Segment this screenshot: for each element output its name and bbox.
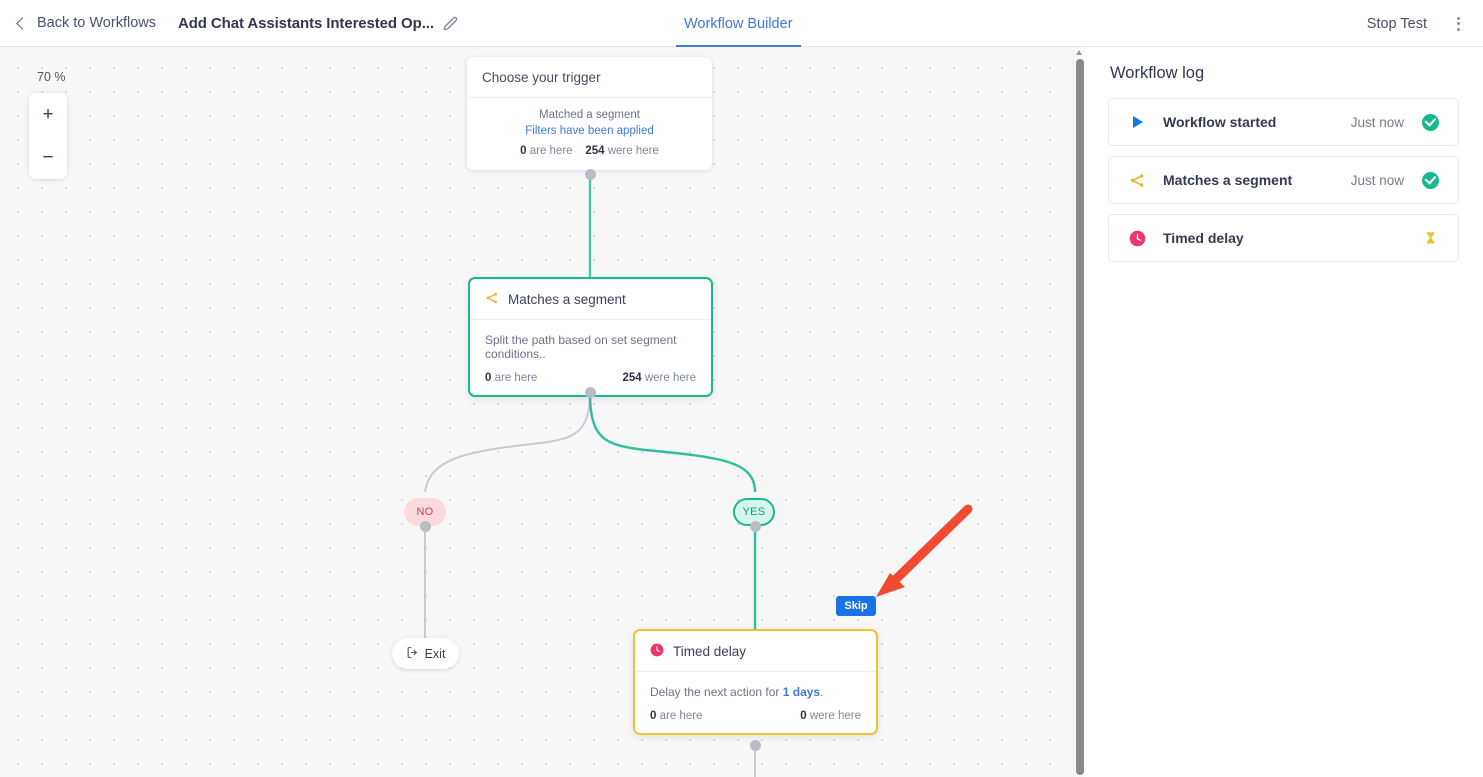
play-icon [1129, 114, 1155, 130]
delay-are-here: 0 are here [650, 710, 702, 722]
zoom-controls: + − [29, 93, 67, 179]
header-tabs: Workflow Builder [676, 0, 801, 47]
success-check-icon [1420, 113, 1440, 131]
log-row-workflow-started[interactable]: Workflow started Just now [1108, 98, 1459, 146]
pencil-icon[interactable] [443, 16, 458, 31]
delay-were-here-count: 0 [800, 710, 807, 722]
trigger-are-here-label: are here [529, 145, 573, 157]
delay-were-here: 0 were here [800, 710, 861, 722]
log-label-0: Workflow started [1163, 114, 1277, 130]
branch-split-icon [485, 291, 499, 308]
scroll-up-arrow-icon[interactable] [1076, 50, 1082, 55]
segment-node-connector-dot [585, 387, 596, 398]
segment-are-here: 0 are here [485, 372, 537, 384]
clock-icon [650, 643, 664, 660]
segment-are-here-label: are here [494, 372, 538, 384]
zoom-in-button[interactable]: + [29, 93, 67, 136]
zoom-out-button[interactable]: − [29, 136, 67, 179]
trigger-node-connector-dot [585, 169, 596, 180]
workflow-title: Add Chat Assistants Interested Op... [178, 14, 434, 32]
segment-are-here-count: 0 [485, 372, 492, 384]
trigger-are-here-count: 0 [520, 145, 527, 157]
yes-branch-connector-dot [750, 521, 761, 532]
delay-were-here-label: were here [809, 710, 861, 722]
no-branch-connector-dot [420, 521, 431, 532]
delay-node-connector-dot [750, 740, 761, 751]
delay-desc-prefix: Delay the next action for [650, 685, 783, 699]
log-row-timed-delay[interactable]: Timed delay [1108, 214, 1459, 262]
kebab-menu-icon[interactable] [1449, 15, 1467, 33]
workflow-log-list: Workflow started Just now Matches a segm… [1084, 98, 1483, 262]
log-time-1: Just now [1350, 172, 1404, 188]
segment-node-description: Split the path based on set segment cond… [485, 333, 677, 361]
delay-duration-link[interactable]: 1 days [783, 685, 820, 699]
log-label-2: Timed delay [1163, 230, 1244, 246]
trigger-node[interactable]: Choose your trigger Matched a segment Fi… [467, 57, 712, 170]
skip-button[interactable]: Skip [836, 596, 876, 616]
app-header: Back to Workflows Add Chat Assistants In… [0, 0, 1483, 47]
trigger-node-header: Choose your trigger [467, 57, 712, 98]
tab-workflow-builder[interactable]: Workflow Builder [676, 0, 801, 47]
trigger-node-body: Matched a segment Filters have been appl… [467, 98, 712, 170]
log-row-matches-a-segment[interactable]: Matches a segment Just now [1108, 156, 1459, 204]
back-to-workflows-label: Back to Workflows [37, 15, 156, 31]
segment-were-here-count: 254 [622, 372, 642, 384]
delay-node-stats: 0 are here 0 were here [635, 710, 876, 733]
chevron-left-icon [16, 16, 29, 30]
red-arrow-annotation [876, 504, 973, 597]
trigger-were-here-count: 254 [585, 145, 605, 157]
exit-node[interactable]: Exit [392, 638, 459, 669]
trigger-node-title: Choose your trigger [482, 69, 601, 85]
delay-are-here-count: 0 [650, 710, 657, 722]
trigger-matched-label: Matched a segment [538, 109, 640, 121]
workflow-canvas[interactable]: 70 % + − Choose your trigger Matched a s… [0, 47, 1083, 777]
filters-applied-link[interactable]: Filters have been applied [482, 125, 697, 137]
back-to-workflows-link[interactable]: Back to Workflows [16, 15, 156, 31]
timed-delay-node[interactable]: Timed delay Delay the next action for 1 … [633, 629, 878, 735]
trigger-counts: 0 are here 254 were here [482, 145, 697, 157]
delay-node-description: Delay the next action for 1 days. [635, 672, 876, 710]
hourglass-icon [1420, 230, 1440, 247]
matches-a-segment-node[interactable]: Matches a segment Split the path based o… [468, 277, 713, 397]
zoom-level-label: 70 % [37, 70, 66, 84]
exit-arrow-icon [406, 646, 419, 662]
segment-were-here: 254 were here [622, 372, 696, 384]
stop-test-button[interactable]: Stop Test [1367, 16, 1427, 32]
segment-were-here-label: were here [644, 372, 696, 384]
canvas-vertical-scrollbar[interactable] [1073, 47, 1084, 777]
workflow-log-panel: Workflow log Workflow started Just now M… [1084, 47, 1483, 777]
delay-node-title: Timed delay [673, 643, 747, 659]
log-label-1: Matches a segment [1163, 172, 1293, 188]
workflow-log-title: Workflow log [1110, 64, 1205, 82]
header-actions: Stop Test [1367, 0, 1467, 47]
segment-node-header: Matches a segment [470, 279, 711, 320]
branch-split-icon [1129, 172, 1155, 189]
delay-node-header: Timed delay [635, 631, 876, 672]
segment-node-title: Matches a segment [508, 291, 626, 307]
clock-icon [1129, 230, 1155, 247]
log-time-0: Just now [1350, 114, 1404, 130]
trigger-were-here-label: were here [607, 145, 659, 157]
success-check-icon [1420, 171, 1440, 189]
scrollbar-thumb[interactable] [1075, 59, 1084, 775]
exit-node-label: Exit [424, 646, 446, 661]
delay-desc-suffix: . [820, 685, 824, 699]
delay-are-here-label: are here [659, 710, 703, 722]
